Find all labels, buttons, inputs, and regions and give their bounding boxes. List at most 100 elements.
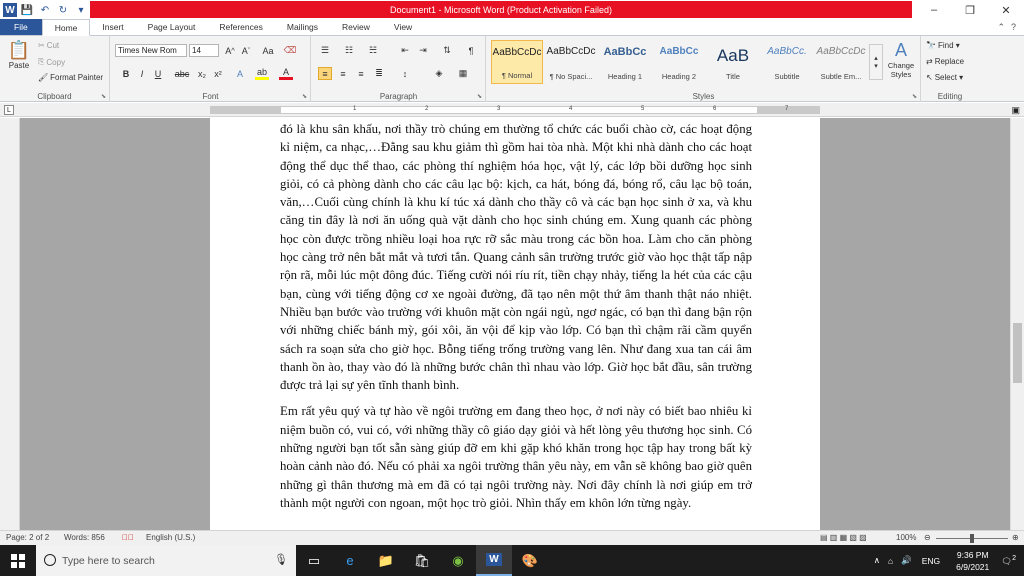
align-center-icon[interactable]: ≡ [336,67,350,80]
proofing-icon[interactable]: ✓⃠ [122,533,134,542]
styles-scroll-icon[interactable]: ▴ ▾ [869,44,883,80]
tab-page-layout[interactable]: Page Layout [136,19,208,35]
customize-qat-icon[interactable]: ▾ [73,2,89,18]
multilevel-list-icon[interactable]: ☵ [366,44,380,57]
edge-icon[interactable]: e [332,545,368,576]
tab-references[interactable]: References [207,19,274,35]
change-case-icon[interactable]: Aa [261,44,275,57]
restore-button[interactable]: ❐ [952,0,988,20]
network-icon[interactable]: ⌂ [888,556,893,566]
numbering-icon[interactable]: ☷ [342,44,356,57]
align-right-icon[interactable]: ≡ [354,67,368,80]
tab-insert[interactable]: Insert [90,19,135,35]
page-count[interactable]: Page: 2 of 2 [6,533,49,542]
store-icon[interactable]: 🛍 [404,545,440,576]
document-page[interactable]: đó là khu sân khấu, nơi thầy trò chúng e… [210,118,820,530]
document-body[interactable]: đó là khu sân khấu, nơi thầy trò chúng e… [280,120,752,520]
taskbar-search-box[interactable]: Type here to search 🎙 [36,545,296,576]
paragraph-dialog-icon[interactable]: ⬊ [477,93,482,100]
grow-font-icon[interactable]: A ^ [223,44,237,57]
word-logo-icon[interactable]: W [3,3,17,17]
zoom-level[interactable]: 100% [896,533,916,542]
tab-home[interactable]: Home [41,19,91,36]
file-explorer-icon[interactable]: 📁 [368,545,404,576]
style-heading-1[interactable]: AaBbCc Heading 1 [599,40,651,84]
bold-icon[interactable]: B [119,67,133,80]
paint-icon[interactable]: 🎨 [512,545,548,576]
vertical-ruler[interactable] [0,118,20,530]
style-no-spacing[interactable]: AaBbCcDc ¶ No Spaci... [545,40,597,84]
sort-icon[interactable]: ⇅ [440,44,454,57]
input-language[interactable]: ENG [922,556,940,566]
zoom-slider[interactable] [936,534,1008,543]
change-styles-button[interactable]: A Change Styles [883,40,919,79]
font-color-icon[interactable]: A [279,67,293,80]
paragraph-2[interactable]: Em rất yêu quý và tự hào về ngôi trường … [280,402,752,512]
shading-icon[interactable]: ◈ [432,67,446,80]
task-view-icon[interactable]: ▭ [296,545,332,576]
tab-file[interactable]: File [0,19,42,35]
style-title[interactable]: AaB Title [707,40,759,84]
minimize-ribbon-icon[interactable]: ⌃ [997,22,1005,33]
font-dialog-icon[interactable]: ⬊ [302,93,307,100]
scrollbar-thumb[interactable] [1013,323,1022,383]
volume-icon[interactable]: 🔊 [901,555,912,566]
highlight-icon[interactable]: ab [255,67,269,80]
font-name-combo[interactable]: Times New Rom [115,44,187,57]
subscript-icon[interactable]: x₂ [195,67,209,80]
language-indicator[interactable]: English (U.S.) [146,533,195,542]
shrink-font-icon[interactable]: Aˇ [239,44,253,57]
start-button[interactable] [0,545,36,576]
underline-icon[interactable]: U [151,67,165,80]
paste-button[interactable]: 📋 Paste [6,40,32,70]
close-button[interactable]: ✕ [988,0,1024,20]
font-size-combo[interactable]: 14 [189,44,219,57]
undo-icon[interactable]: ↶ [37,2,53,18]
borders-icon[interactable]: ▦ [456,67,470,80]
clipboard-dialog-icon[interactable]: ⬊ [101,93,106,100]
clock[interactable]: 9:36 PM 6/9/2021 [956,549,989,573]
cut-button[interactable]: ✂ Cut [38,41,59,50]
tab-selector-icon[interactable]: L [4,105,14,115]
find-button[interactable]: 🔭 Find ▾ [926,41,960,50]
paragraph-1[interactable]: đó là khu sân khấu, nơi thầy trò chúng e… [280,120,752,394]
microphone-icon[interactable]: 🎙 [274,553,288,566]
tab-mailings[interactable]: Mailings [275,19,330,35]
horizontal-ruler[interactable]: L 1 2 3 4 5 6 7 ▣ [0,103,1024,117]
clear-formatting-icon[interactable]: ⌫ [283,44,297,57]
minimize-button[interactable]: – [916,0,952,20]
word-count[interactable]: Words: 856 [64,533,105,542]
align-left-icon[interactable]: ≡ [318,67,332,80]
view-ruler-icon[interactable]: ▣ [1011,105,1020,116]
bullets-icon[interactable]: ☰ [318,44,332,57]
vertical-scrollbar[interactable] [1010,118,1024,530]
styles-dialog-icon[interactable]: ⬊ [912,93,917,100]
style-heading-2[interactable]: AaBbCc Heading 2 [653,40,705,84]
style-normal[interactable]: AaBbCcDc ¶ Normal [491,40,543,84]
greenshot-icon[interactable]: ◉ [440,545,476,576]
redo-icon[interactable]: ↻ [55,2,71,18]
strikethrough-icon[interactable]: abc [175,67,190,80]
style-subtitle[interactable]: AaBbCc. Subtitle [761,40,813,84]
zoom-slider-knob[interactable] [970,534,974,543]
view-buttons[interactable]: ▤ ▥ ▦ ▧ ▨ [820,533,867,542]
replace-button[interactable]: ⇄ Replace [926,57,964,66]
save-icon[interactable]: 💾 [19,2,35,18]
italic-icon[interactable]: I [135,67,149,80]
copy-button[interactable]: ⎘ Copy [38,57,65,67]
tray-overflow-icon[interactable]: ∧ [874,555,880,566]
tab-review[interactable]: Review [330,19,382,35]
select-button[interactable]: ↖ Select ▾ [926,73,963,82]
style-subtle-emphasis[interactable]: AaBbCcDc Subtle Em... [815,40,867,84]
format-painter-button[interactable]: 🖌 Format Painter [38,73,103,82]
zoom-in-icon[interactable]: ⊕ [1012,533,1019,542]
increase-indent-icon[interactable]: ⇥ [416,44,430,57]
help-icon[interactable]: ? [1011,22,1016,32]
zoom-out-icon[interactable]: ⊖ [924,533,931,542]
word-icon[interactable]: W [476,545,512,576]
notifications-icon[interactable]: 🗨2 [1001,554,1016,567]
tab-view[interactable]: View [382,19,424,35]
justify-icon[interactable]: ≣ [372,67,386,80]
text-effects-icon[interactable]: A [233,67,247,80]
show-formatting-icon[interactable]: ¶ [464,44,478,57]
